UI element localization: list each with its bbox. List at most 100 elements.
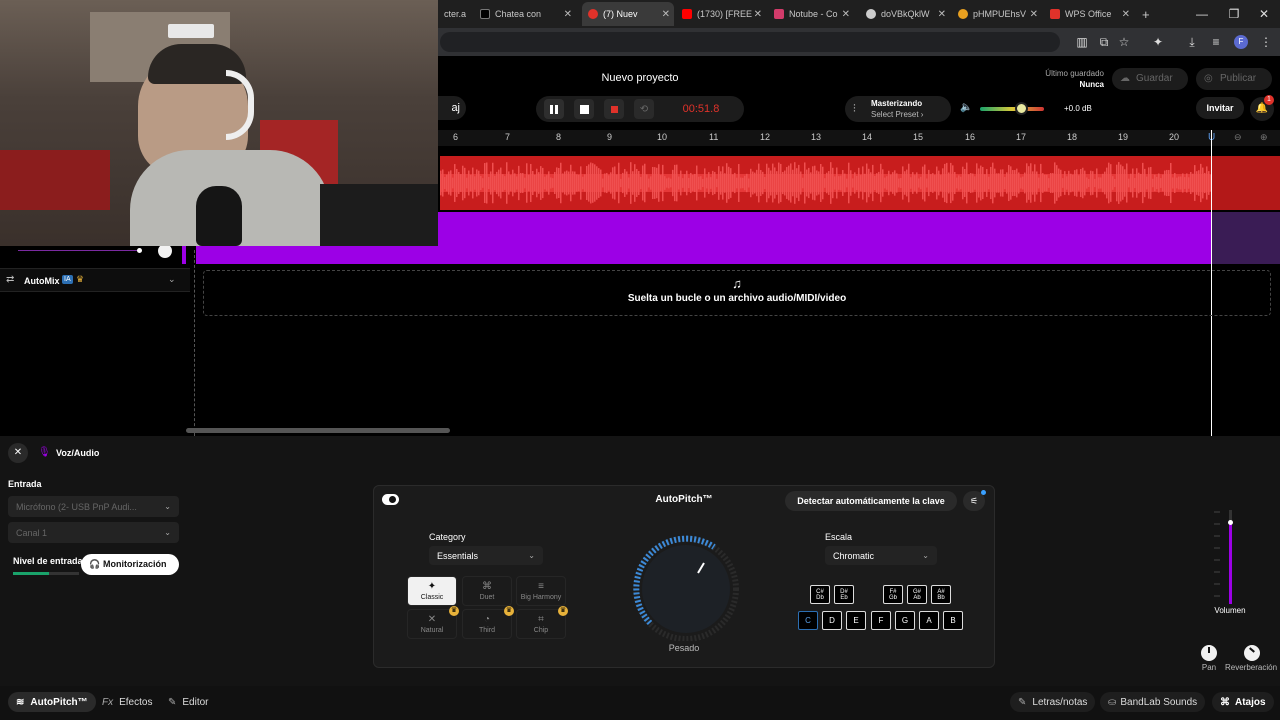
bookmark-star-icon[interactable]: ☆	[1116, 34, 1132, 50]
channel-select[interactable]: Canal 1 ⌄	[8, 522, 179, 543]
restore-icon[interactable]: ❐	[1226, 6, 1242, 22]
waveform-bar	[1022, 176, 1024, 190]
key-label-alt: Gb	[888, 594, 897, 601]
horizontal-scrollbar[interactable]	[186, 428, 450, 433]
key-a[interactable]: A	[919, 611, 939, 630]
stop-button[interactable]	[574, 99, 594, 119]
bandlab-sounds-button[interactable]: ⛀ BandLab Sounds	[1100, 692, 1206, 712]
track-volume-handle[interactable]	[137, 248, 142, 253]
monitoring-button[interactable]: 🎧 Monitorización	[81, 554, 179, 575]
input-device-select[interactable]: Micrófono (2- USB PnP Audi... ⌄	[8, 496, 179, 517]
key-c-sharp[interactable]: C# Db	[810, 585, 830, 604]
style-big-harmony[interactable]: ≡ Big Harmony	[516, 576, 566, 606]
close-icon[interactable]: ✕	[754, 9, 762, 20]
tab-label: Efectos	[119, 696, 153, 708]
browser-tab-active[interactable]: (7) Nuev ✕	[582, 2, 674, 26]
shortcuts-button[interactable]: ⌘ Atajos	[1212, 692, 1274, 712]
mastering-button[interactable]: ⫶ Masterizando Select Preset ›	[845, 96, 951, 122]
download-icon[interactable]: ⤓	[1184, 34, 1200, 50]
address-field[interactable]	[440, 32, 1060, 52]
category-select[interactable]: Essentials ⌄	[429, 546, 543, 565]
waveform-bar	[708, 172, 710, 194]
browser-tab[interactable]: (1730) [FREE ✕	[676, 2, 766, 26]
zoom-out-icon[interactable]: ⊖	[1234, 132, 1242, 143]
waveform-bar	[538, 172, 540, 194]
key-g[interactable]: G	[895, 611, 915, 630]
extensions-icon[interactable]: ✦	[1150, 34, 1166, 50]
key-f[interactable]: F	[871, 611, 891, 630]
style-classic[interactable]: ✦ Classic	[407, 576, 457, 606]
key-d[interactable]: D	[822, 611, 842, 630]
waveform-bar	[644, 163, 646, 203]
key-b[interactable]: B	[943, 611, 963, 630]
close-window-icon[interactable]: ✕	[1256, 6, 1272, 22]
browser-tab[interactable]: pHMPUEhsV ✕	[952, 2, 1042, 26]
browser-tab[interactable]: cter.ai	[438, 2, 466, 26]
close-icon[interactable]: ✕	[564, 9, 572, 20]
browser-tab[interactable]: Chatea con ✕	[474, 2, 576, 26]
master-volume-handle[interactable]	[1015, 102, 1028, 115]
waveform-bar	[676, 164, 678, 202]
close-icon[interactable]: ✕	[1122, 9, 1130, 20]
waveform-bar	[1206, 166, 1208, 200]
profile-avatar[interactable]: F	[1234, 35, 1248, 49]
record-button[interactable]	[604, 99, 624, 119]
waveform-bar	[956, 177, 958, 189]
key-g-sharp[interactable]: G# Ab	[907, 585, 927, 604]
style-duet[interactable]: ⌘ Duet	[462, 576, 512, 606]
close-icon[interactable]: ✕	[842, 9, 850, 20]
minimize-icon[interactable]: —	[1194, 6, 1210, 22]
autopitch-tab[interactable]: ≋ AutoPitch™	[8, 692, 96, 712]
chevron-down-icon[interactable]: ⌄	[168, 274, 176, 285]
key-d-sharp[interactable]: D# Eb	[834, 585, 854, 604]
sidebar-icon[interactable]: ▥	[1074, 34, 1090, 50]
pitch-speed-knob[interactable]	[630, 535, 742, 641]
waveform-bar	[1112, 176, 1114, 190]
zoom-in-icon[interactable]: ⊕	[1260, 132, 1268, 143]
audio-clip[interactable]	[440, 156, 1212, 210]
loop-button[interactable]: ⟲	[634, 99, 654, 119]
detect-key-button[interactable]: Detectar automáticamente la clave	[785, 491, 957, 511]
close-icon[interactable]: ✕	[938, 9, 946, 20]
browser-tab[interactable]: WPS Office ✕	[1044, 2, 1134, 26]
waveform-bar	[1164, 170, 1166, 196]
editor-tab[interactable]: ✎ Editor	[160, 692, 217, 712]
close-icon[interactable]: ✕	[1030, 9, 1038, 20]
waveform-bar	[886, 176, 888, 190]
pan-knob[interactable]	[1201, 645, 1217, 661]
invite-button[interactable]: Invitar	[1196, 97, 1244, 119]
autopitch-toggle[interactable]	[382, 494, 399, 505]
waveform-bar	[1058, 168, 1060, 198]
waveform-bar	[518, 165, 520, 201]
effects-tab[interactable]: Fx Efectos	[94, 692, 160, 712]
menu-icon[interactable]: ⋮	[1258, 34, 1274, 50]
browser-tab[interactable]: doVBkQklW ✕	[860, 2, 950, 26]
waveform-bar	[906, 169, 908, 197]
save-button[interactable]: ☁ Guardar	[1112, 68, 1188, 90]
waveform-bar	[1178, 176, 1180, 190]
volume-fader-track[interactable]	[1228, 510, 1233, 604]
master-volume-slider[interactable]	[980, 107, 1044, 111]
key-a-sharp[interactable]: A# Bb	[931, 585, 951, 604]
new-tab-button[interactable]: +	[1136, 2, 1154, 26]
tool-button[interactable]: aj	[438, 96, 466, 120]
browser-tab[interactable]: Notube - Co ✕	[768, 2, 854, 26]
key-c[interactable]: C	[798, 611, 818, 630]
track-volume-slider[interactable]	[18, 250, 138, 251]
project-title[interactable]: Nuevo proyecto	[540, 72, 740, 84]
drop-zone[interactable]: ♫ Suelta un bucle o un archivo audio/MID…	[203, 270, 1271, 316]
reverb-knob[interactable]	[1244, 645, 1260, 661]
automix-row[interactable]: ⇄ AutoMix IA ♛ ⌄	[0, 268, 190, 292]
pause-button[interactable]	[544, 99, 564, 119]
track-pan-knob[interactable]	[158, 244, 172, 258]
reading-list-icon[interactable]: ≡	[1208, 34, 1224, 50]
publish-button[interactable]: ◎ Publicar	[1196, 68, 1272, 90]
scale-select[interactable]: Chromatic ⌄	[825, 546, 937, 565]
lyrics-button[interactable]: ✎ Letras/notas	[1010, 692, 1096, 712]
key-e[interactable]: E	[846, 611, 866, 630]
close-icon[interactable]: ✕	[662, 9, 670, 20]
close-panel-button[interactable]: ✕	[8, 443, 28, 463]
cast-icon[interactable]: ⧉	[1096, 34, 1112, 50]
speaker-icon[interactable]: 🔈	[960, 102, 972, 113]
key-f-sharp[interactable]: F# Gb	[883, 585, 903, 604]
